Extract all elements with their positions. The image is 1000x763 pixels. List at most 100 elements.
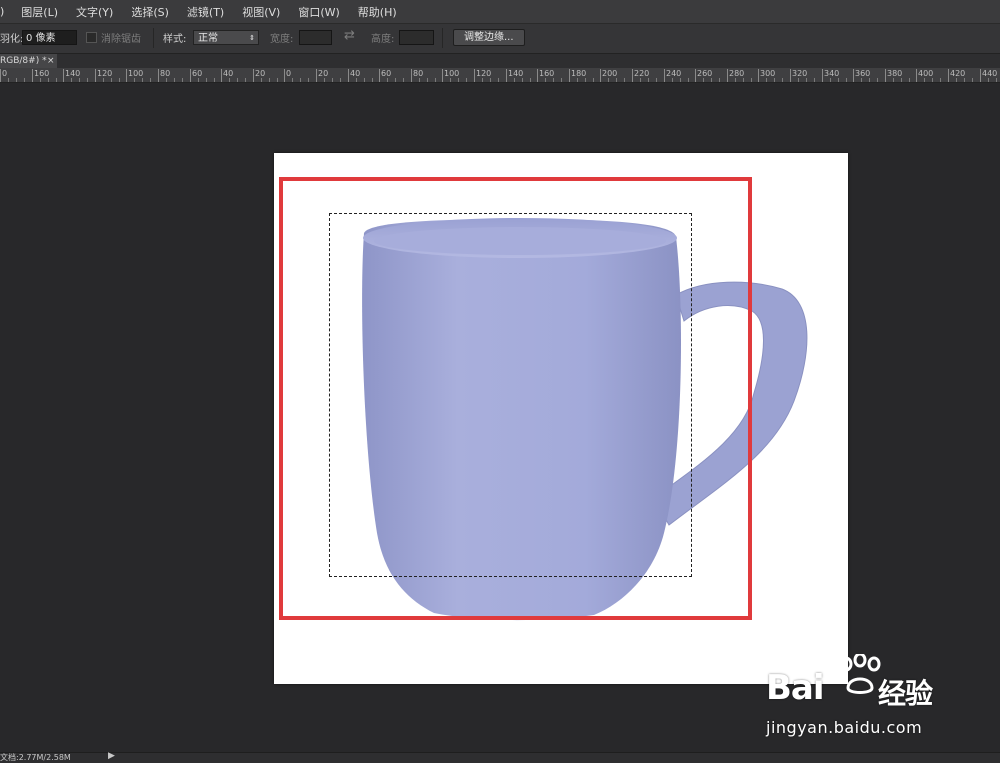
menu-item[interactable]: 选择(S) <box>122 4 178 20</box>
document-tab[interactable]: RGB/8#) * × <box>0 54 57 68</box>
horizontal-ruler: 0 160 140 120 100 80 60 40 20 0 20 40 60 80 100 120 140 1… <box>0 68 1000 83</box>
ruler-minor-tick <box>387 78 388 82</box>
width-input[interactable] <box>299 30 332 45</box>
ruler-minor-tick <box>308 78 309 82</box>
menu-item[interactable]: 视图(V) <box>233 4 289 20</box>
ruler-minor-tick <box>40 78 41 82</box>
menu-item[interactable]: ) <box>0 5 12 18</box>
ruler-minor-tick <box>530 78 531 82</box>
ruler-minor-tick <box>956 78 957 82</box>
ruler-minor-tick <box>16 78 17 82</box>
ruler-label: 100 <box>128 69 144 78</box>
antialias-label: 消除锯齿 <box>101 34 141 45</box>
ruler-minor-tick <box>909 78 910 82</box>
ruler-minor-tick <box>277 78 278 82</box>
ruler-minor-tick <box>703 78 704 82</box>
menu-item[interactable]: 窗口(W) <box>289 4 348 20</box>
ruler-minor-tick <box>869 78 870 82</box>
refine-edge-button[interactable]: 调整边缘... <box>453 29 525 46</box>
menu-item[interactable]: 文字(Y) <box>67 4 122 20</box>
ruler-minor-tick <box>846 78 847 82</box>
ruler-minor-tick <box>498 78 499 82</box>
highlight-box <box>279 177 752 620</box>
ruler-label: 260 <box>697 69 713 78</box>
ruler-minor-tick <box>174 78 175 82</box>
ruler-minor-tick <box>624 78 625 82</box>
ruler-tick <box>32 69 33 82</box>
ruler-minor-tick <box>901 78 902 82</box>
ruler-minor-tick <box>514 78 515 82</box>
ruler-label: 140 <box>508 69 524 78</box>
ruler-label: 0 <box>286 69 292 78</box>
ruler-minor-tick <box>608 78 609 82</box>
paw-icon <box>839 654 881 694</box>
ruler-tick <box>126 69 127 82</box>
ruler-minor-tick <box>814 78 815 82</box>
ruler-tick <box>158 69 159 82</box>
divider <box>153 28 154 48</box>
menu-item[interactable]: 滤镜(T) <box>178 4 233 20</box>
ruler-minor-tick <box>237 78 238 82</box>
ruler-minor-tick <box>830 78 831 82</box>
style-label: 样式: <box>163 34 187 45</box>
watermark-brand-right: 经验 <box>878 677 933 710</box>
document-size-text: 文档:2.77M/2.58M <box>0 753 71 762</box>
play-icon[interactable]: ▶ <box>108 751 115 761</box>
ruler-tick <box>348 69 349 82</box>
ruler-minor-tick <box>403 78 404 82</box>
ruler-label: 20 <box>318 69 329 78</box>
ruler-label: 140 <box>65 69 81 78</box>
ruler-minor-tick <box>545 78 546 82</box>
ruler-minor-tick <box>798 78 799 82</box>
ruler-tick <box>0 69 1 82</box>
swap-icon[interactable]: ⇄ <box>344 28 355 43</box>
ruler-minor-tick <box>877 78 878 82</box>
style-select[interactable]: 正常 ⇕ <box>193 30 259 45</box>
ruler-minor-tick <box>71 78 72 82</box>
ruler-minor-tick <box>372 78 373 82</box>
antialias-checkbox[interactable] <box>86 32 97 46</box>
ruler-minor-tick <box>324 78 325 82</box>
ruler-minor-tick <box>593 78 594 82</box>
ruler-tick <box>853 69 854 82</box>
menu-item[interactable]: 图层(L) <box>12 4 67 20</box>
ruler-minor-tick <box>838 78 839 82</box>
ruler-label: 100 <box>444 69 460 78</box>
ruler-tick <box>506 69 507 82</box>
ruler-minor-tick <box>8 78 9 82</box>
ruler-tick <box>632 69 633 82</box>
ruler-minor-tick <box>79 78 80 82</box>
ruler-minor-tick <box>466 78 467 82</box>
ruler-minor-tick <box>996 78 997 82</box>
ruler-minor-tick <box>198 78 199 82</box>
ruler-label: 60 <box>381 69 392 78</box>
menu-item[interactable]: 帮助(H) <box>349 4 406 20</box>
ruler-tick <box>474 69 475 82</box>
ruler-minor-tick <box>585 78 586 82</box>
height-input[interactable] <box>399 30 434 45</box>
ruler-tick <box>442 69 443 82</box>
document-tab-bar: RGB/8#) * × <box>0 54 1000 68</box>
ruler-minor-tick <box>364 78 365 82</box>
ruler-label: 380 <box>887 69 903 78</box>
ruler-minor-tick <box>111 78 112 82</box>
ruler-minor-tick <box>24 78 25 82</box>
ruler-minor-tick <box>214 78 215 82</box>
ruler-minor-tick <box>553 78 554 82</box>
feather-input[interactable]: 0 像素 <box>22 30 77 45</box>
ruler-minor-tick <box>988 78 989 82</box>
divider <box>442 28 443 48</box>
ruler-tick <box>664 69 665 82</box>
ruler-minor-tick <box>893 78 894 82</box>
ruler-minor-tick <box>735 78 736 82</box>
ruler-minor-tick <box>577 78 578 82</box>
ruler-minor-tick <box>924 78 925 82</box>
ruler-label: 360 <box>855 69 871 78</box>
width-label: 宽度: <box>270 34 294 45</box>
ruler-minor-tick <box>616 78 617 82</box>
close-icon[interactable]: × <box>47 54 55 68</box>
ruler-minor-tick <box>490 78 491 82</box>
ruler-label: 300 <box>760 69 776 78</box>
ruler-label: 180 <box>571 69 587 78</box>
ruler-tick <box>190 69 191 82</box>
